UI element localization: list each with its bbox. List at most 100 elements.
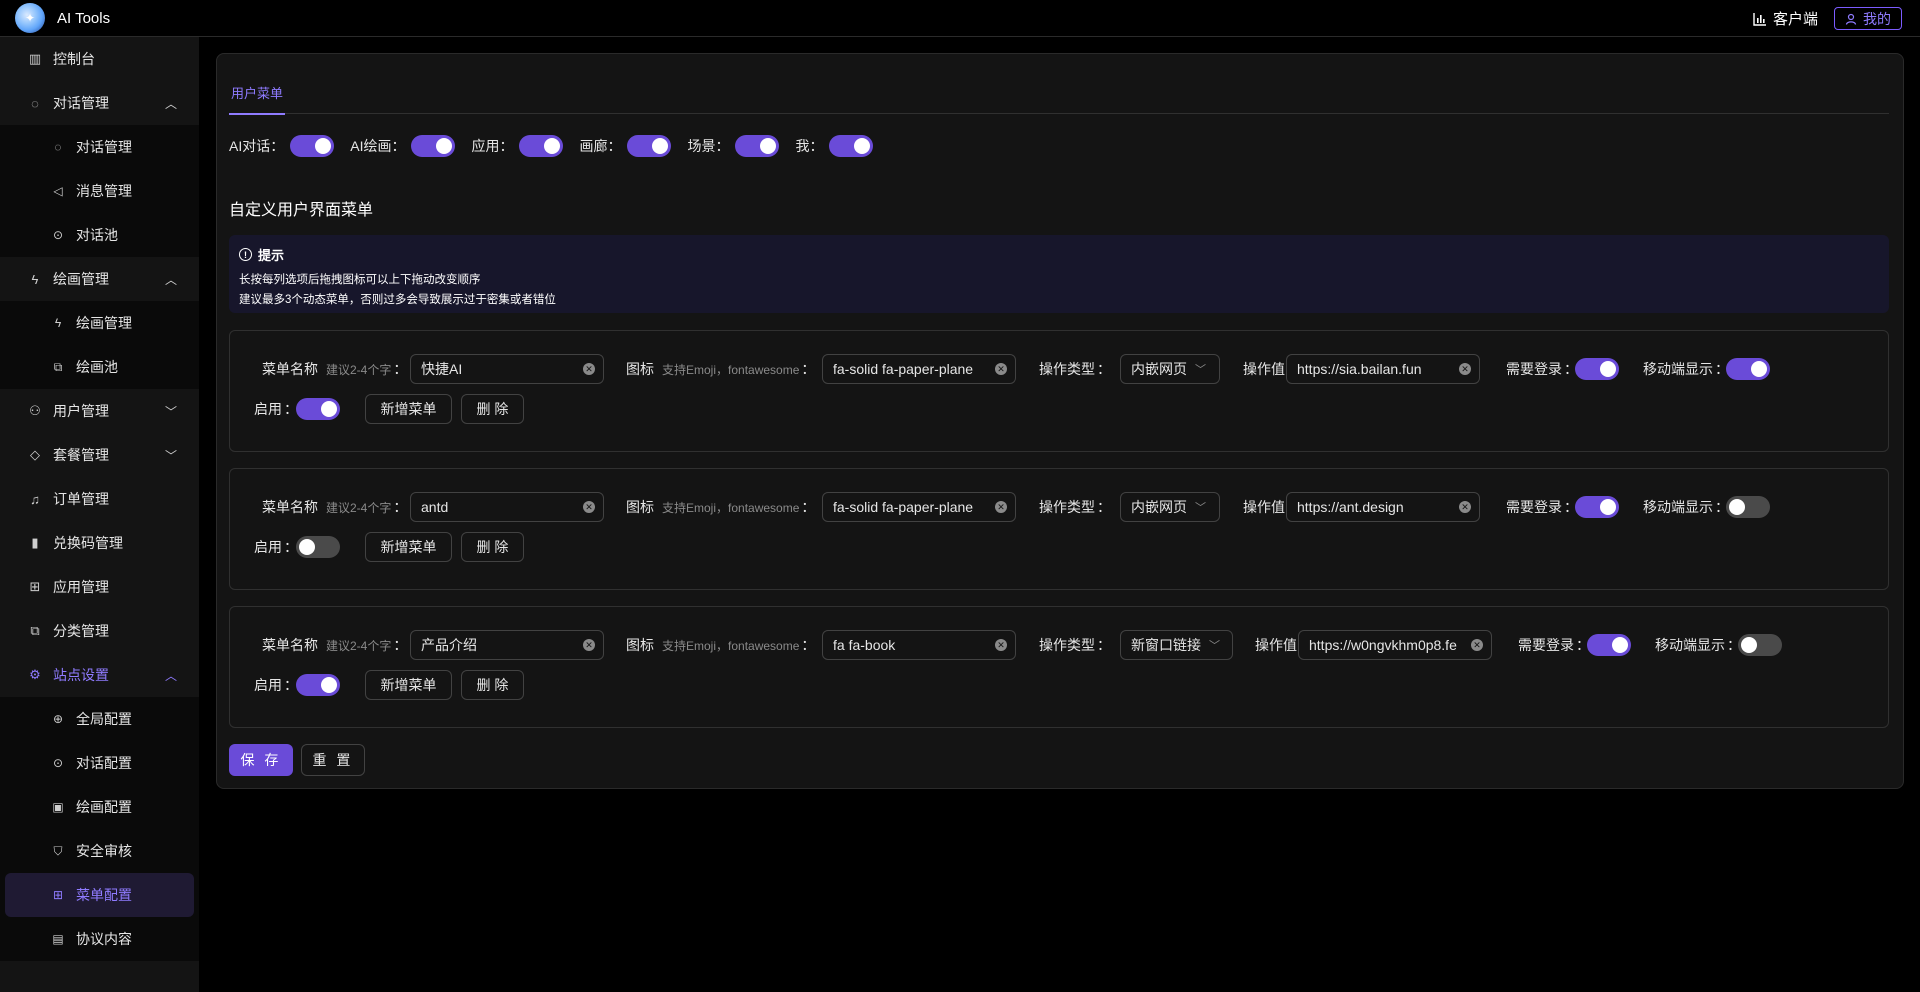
sidebar-item-label: 分类管理: [53, 623, 109, 639]
menu-name-input[interactable]: antd ✕: [410, 492, 604, 522]
clear-icon[interactable]: ✕: [1471, 639, 1483, 651]
chevron-down-icon: ﹀: [1195, 502, 1206, 514]
message-icon: ◌: [54, 140, 62, 154]
clear-icon[interactable]: ✕: [583, 639, 595, 651]
need-login-switch[interactable]: [1575, 496, 1619, 518]
ai-chat-switch[interactable]: [290, 135, 335, 157]
clear-icon[interactable]: ✕: [1459, 363, 1471, 375]
mobile-show-switch[interactable]: [1738, 634, 1782, 656]
add-menu-button[interactable]: 新增菜单: [365, 670, 452, 700]
sidebar-item-label: 绘画配置: [76, 799, 132, 815]
add-menu-button[interactable]: 新增菜单: [365, 532, 452, 562]
sidebar-item-dashboard[interactable]: ▥ 控制台: [0, 37, 199, 81]
sidebar-item-message-manage[interactable]: ◁ 消息管理: [0, 169, 199, 213]
need-login-label: 需要登录：: [1506, 499, 1578, 515]
thunderbolt-icon: ϟ: [54, 316, 62, 330]
main-card: 用户菜单 AI对话： AI绘画： 应用： 画廊： 场景： 我： 自定义用户界面菜…: [216, 53, 1904, 789]
icon-label: 图标 支持Emoji，fontawesome：: [626, 361, 816, 377]
need-login-switch[interactable]: [1575, 358, 1619, 380]
sidebar-item-package-mgmt[interactable]: ◇ 套餐管理 ﹀: [0, 433, 199, 477]
icon-input[interactable]: fa-solid fa-paper-plane ✕: [822, 492, 1016, 522]
clear-icon[interactable]: ✕: [995, 363, 1007, 375]
picture-icon: ▣: [52, 800, 64, 814]
sidebar-item-draw-pool[interactable]: ⧉ 绘画池: [0, 345, 199, 389]
reset-button[interactable]: 重 置: [301, 744, 365, 776]
mine-button[interactable]: 我的: [1834, 7, 1902, 30]
clear-icon[interactable]: ✕: [583, 501, 595, 513]
alert-line: 长按每列选项后拖拽图标可以上下拖动改变顺序: [239, 274, 481, 286]
clear-icon[interactable]: ✕: [583, 363, 595, 375]
client-label: 客户端: [1772, 11, 1818, 28]
sidebar-item-menu-config[interactable]: ⊞ 菜单配置: [5, 873, 194, 917]
ellipsis-icon: ⊙: [52, 228, 64, 242]
enabled-label: 启用：: [254, 539, 298, 555]
clear-icon[interactable]: ✕: [995, 639, 1007, 651]
sidebar-item-global-config[interactable]: ⊕ 全局配置: [0, 697, 199, 741]
icon-input[interactable]: fa fa-book ✕: [822, 630, 1016, 660]
sidebar-item-chat-pool[interactable]: ⊙ 对话池: [0, 213, 199, 257]
chevron-up-icon: ︿: [164, 97, 177, 111]
mobile-show-switch[interactable]: [1726, 496, 1770, 518]
section-title: 自定义用户界面菜单: [229, 202, 374, 219]
sidebar-item-draw-config[interactable]: ▣ 绘画配置: [0, 785, 199, 829]
action-type-select[interactable]: 新窗口链接 ﹀: [1120, 630, 1233, 660]
ai-draw-switch[interactable]: [411, 135, 456, 157]
sidebar-item-label: 协议内容: [76, 931, 132, 947]
sidebar-item-app-mgmt[interactable]: ⊞ 应用管理: [0, 565, 199, 609]
add-menu-button[interactable]: 新增菜单: [365, 394, 452, 424]
apps-switch[interactable]: [519, 135, 564, 157]
delete-button[interactable]: 删 除: [461, 670, 524, 700]
sidebar-item-order-mgmt[interactable]: ♫ 订单管理: [0, 477, 199, 521]
chevron-down-icon: ﹀: [1195, 364, 1206, 376]
sidebar-item-label: 对话管理: [53, 95, 109, 111]
me-switch[interactable]: [829, 135, 874, 157]
app-title: AI Tools: [57, 9, 111, 27]
sidebar-item-site-settings[interactable]: ⚙ 站点设置 ︿: [0, 653, 199, 697]
thunderbolt-icon: ϟ: [31, 271, 39, 287]
mobile-show-label: 移动端显示：: [1643, 361, 1729, 377]
clear-icon[interactable]: ✕: [1459, 501, 1471, 513]
enabled-switch[interactable]: [296, 674, 340, 696]
sidebar-item-chat-config[interactable]: ⊙ 对话配置: [0, 741, 199, 785]
toggle-ai-draw: AI绘画：: [350, 135, 456, 157]
enabled-switch[interactable]: [296, 398, 340, 420]
menu-name-input[interactable]: 产品介绍 ✕: [410, 630, 604, 660]
delete-button[interactable]: 删 除: [461, 394, 524, 424]
clear-icon[interactable]: ✕: [995, 501, 1007, 513]
enabled-switch[interactable]: [296, 536, 340, 558]
need-login-switch[interactable]: [1587, 634, 1631, 656]
sidebar-item-draw-manage[interactable]: ϟ 绘画管理: [0, 301, 199, 345]
sidebar-item-user-mgmt[interactable]: ⚇ 用户管理 ﹀: [0, 389, 199, 433]
icon-label: 图标 支持Emoji，fontawesome：: [626, 637, 816, 653]
icon-input[interactable]: fa-solid fa-paper-plane ✕: [822, 354, 1016, 384]
sidebar-item-category-mgmt[interactable]: ⧉ 分类管理: [0, 609, 199, 653]
sidebar-item-security-review[interactable]: ⛉ 安全审核: [0, 829, 199, 873]
action-value-input[interactable]: https://w0ngvkhm0p8.fe ✕: [1298, 630, 1492, 660]
appstore-icon: ⊞: [29, 579, 41, 594]
sidebar-item-label: 对话配置: [76, 755, 132, 771]
action-value-input[interactable]: https://ant.design ✕: [1286, 492, 1480, 522]
save-button[interactable]: 保 存: [229, 744, 293, 776]
sidebar-item-code-mgmt[interactable]: ▮ 兑换码管理: [0, 521, 199, 565]
sidebar-item-chat-manage[interactable]: ◌ 对话管理: [0, 125, 199, 169]
action-type-select[interactable]: 内嵌网页 ﹀: [1120, 492, 1220, 522]
shield-icon: ⛉: [53, 843, 63, 858]
top-right-actions: 客户端 我的: [1753, 7, 1902, 30]
action-type-select[interactable]: 内嵌网页 ﹀: [1120, 354, 1220, 384]
tab-user-menu[interactable]: 用户菜单: [229, 82, 286, 115]
app-logo: ✦: [15, 3, 45, 33]
toggle-scene: 场景：: [687, 135, 780, 157]
diamond-icon: ◇: [30, 447, 40, 462]
sidebar-item-label: 应用管理: [53, 579, 109, 595]
gallery-switch[interactable]: [627, 135, 672, 157]
mobile-show-switch[interactable]: [1726, 358, 1770, 380]
client-link[interactable]: 客户端: [1753, 8, 1818, 29]
menu-name-input[interactable]: 快捷AI ✕: [410, 354, 604, 384]
sidebar-item-label: 对话管理: [76, 139, 132, 155]
delete-button[interactable]: 删 除: [461, 532, 524, 562]
scene-switch[interactable]: [735, 135, 780, 157]
sidebar-item-agreement[interactable]: ▤ 协议内容: [0, 917, 199, 961]
action-value-input[interactable]: https://sia.bailan.fun ✕: [1286, 354, 1480, 384]
sidebar-item-draw-mgmt[interactable]: ϟ 绘画管理 ︿: [0, 257, 199, 301]
sidebar-item-chat-mgmt[interactable]: ◌ 对话管理 ︿: [0, 81, 199, 125]
